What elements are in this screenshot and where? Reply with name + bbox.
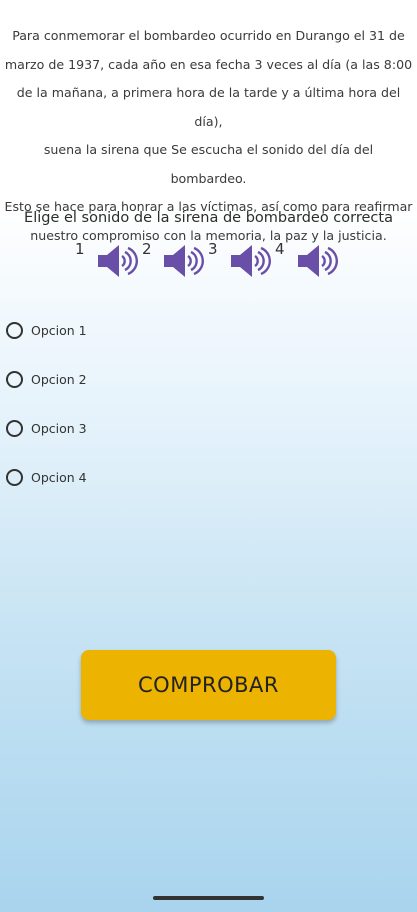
- sound-number-4: 4: [275, 240, 285, 258]
- option-label: Opcion 4: [31, 469, 87, 485]
- intro-line: marzo de 1937, cada año en esa fecha 3 v…: [4, 56, 413, 72]
- option-label: Opcion 1: [31, 322, 87, 338]
- speaker-icon[interactable]: [162, 242, 204, 280]
- speaker-icon[interactable]: [296, 242, 338, 280]
- option-3[interactable]: Opcion 3: [6, 416, 87, 440]
- home-indicator[interactable]: [153, 896, 264, 900]
- option-4[interactable]: Opcion 4: [6, 465, 87, 489]
- intro-line: suena la sirena que Se escucha el sonido…: [43, 142, 374, 186]
- radio-button[interactable]: [6, 419, 23, 437]
- option-2[interactable]: Opcion 2: [6, 367, 87, 391]
- answer-options: Opcion 1 Opcion 2 Opcion 3 Opcion 4: [6, 318, 87, 514]
- option-label: Opcion 2: [31, 371, 87, 387]
- radio-button[interactable]: [6, 468, 23, 486]
- check-button[interactable]: COMPROBAR: [81, 650, 336, 720]
- question-title: Elige el sonido de la sirena de bombarde…: [24, 210, 393, 226]
- radio-button[interactable]: [6, 321, 23, 339]
- intro-line: de la mañana, a primera hora de la tarde…: [16, 85, 401, 129]
- sound-number-1: 1: [75, 240, 85, 258]
- option-label: Opcion 3: [31, 420, 87, 436]
- sound-number-3: 3: [208, 240, 218, 258]
- speaker-icon[interactable]: [229, 242, 271, 280]
- sound-number-2: 2: [142, 240, 152, 258]
- speaker-icon[interactable]: [96, 242, 138, 280]
- sound-selector: 1 2 3 4: [0, 240, 417, 284]
- radio-button[interactable]: [6, 370, 23, 388]
- intro-line: Para conmemorar el bombardeo ocurrido en…: [12, 28, 405, 43]
- option-1[interactable]: Opcion 1: [6, 318, 87, 342]
